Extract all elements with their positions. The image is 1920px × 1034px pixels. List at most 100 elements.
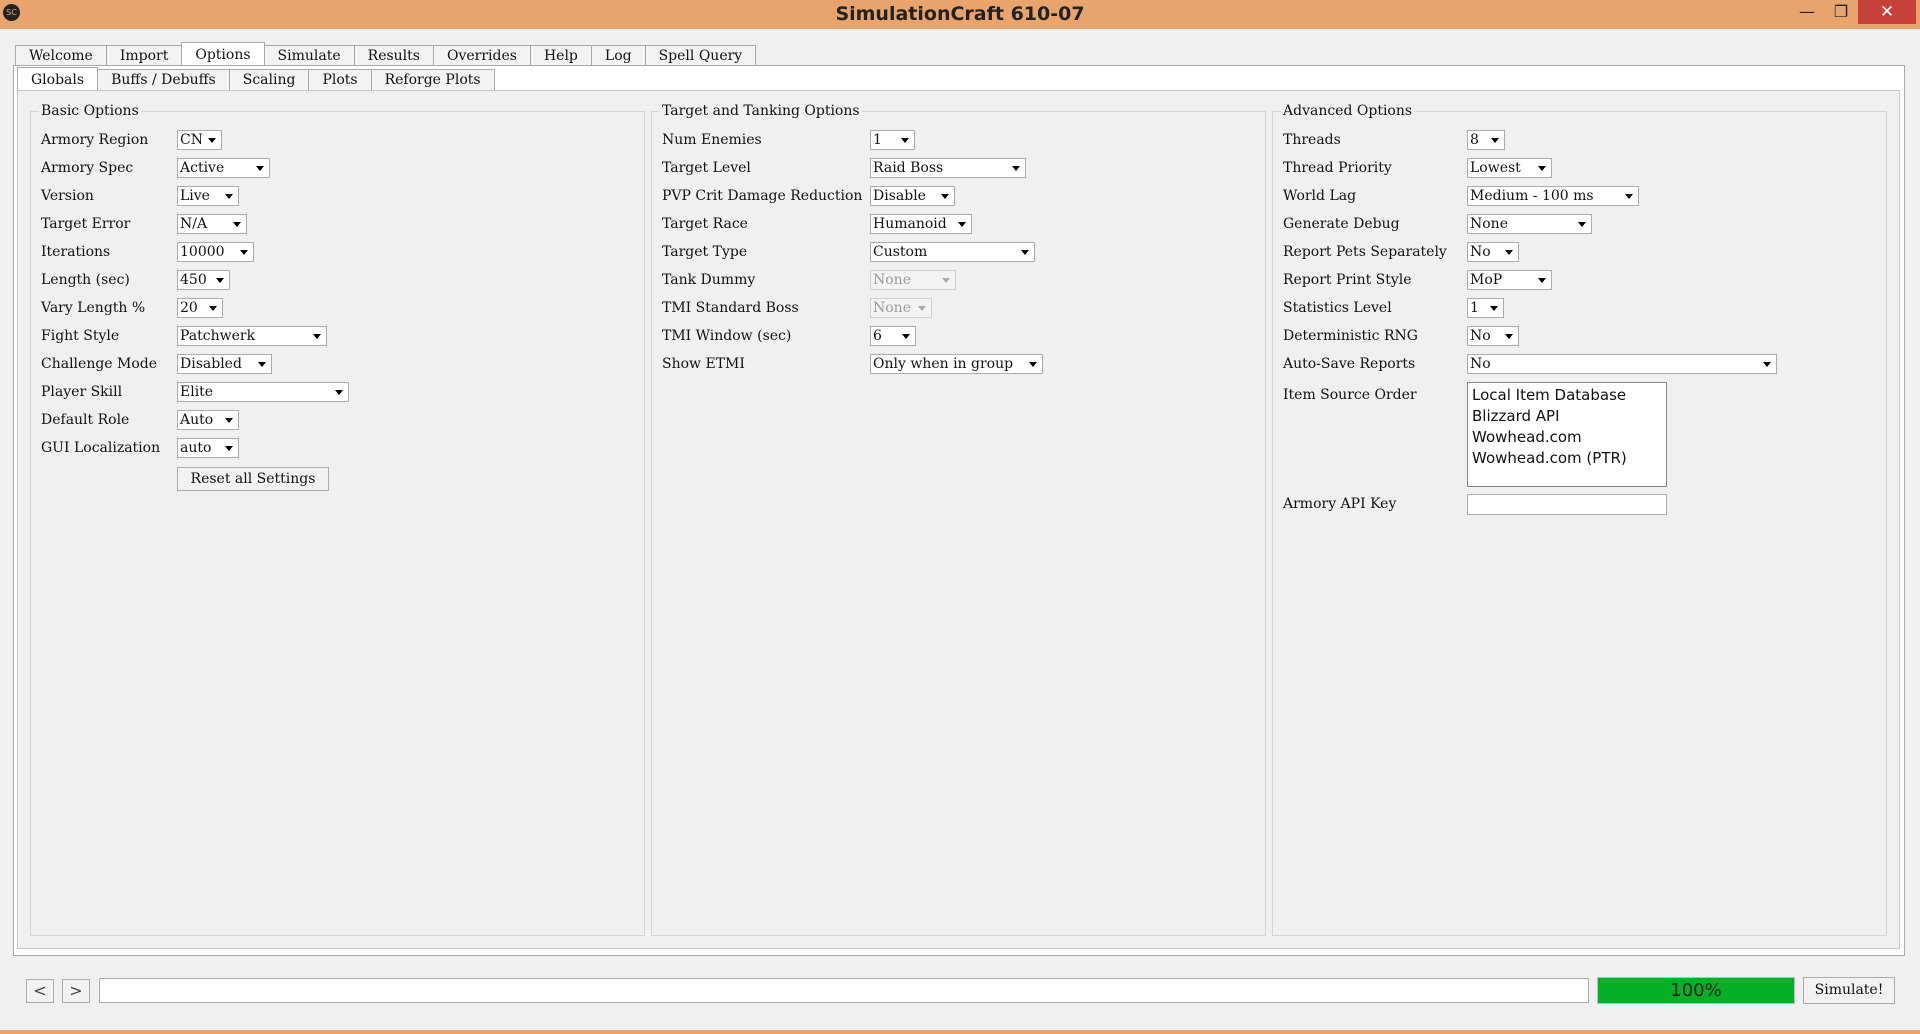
report-print-style-select[interactable]: MoP [1467,270,1552,290]
chevron-down-icon [233,222,241,227]
fight-style-select[interactable]: Patchwerk [177,326,327,346]
subtab-buffs-debuffs[interactable]: Buffs / Debuffs [97,69,230,90]
armory-api-key-input[interactable] [1467,494,1667,515]
auto-save-reports-select[interactable]: No [1467,354,1777,374]
tab-options[interactable]: Options [181,42,265,66]
target-error-label: Target Error [41,216,131,232]
basic-options-group: Basic Options [30,103,645,936]
default-role-label: Default Role [41,412,130,428]
num-enemies-select[interactable]: 1 [870,130,915,150]
subtab-globals[interactable]: Globals [17,67,99,91]
tab-help[interactable]: Help [529,45,592,66]
chevron-down-icon [225,446,233,451]
threads-select[interactable]: 8 [1467,130,1505,150]
target-level-label: Target Level [662,160,751,176]
vary-length-select[interactable]: 20 [177,298,223,318]
forward-button[interactable]: > [62,979,90,1003]
pvp-crit-label: PVP Crit Damage Reduction [662,188,863,204]
chevron-down-icon [1763,362,1771,367]
basic-options-title: Basic Options [39,103,141,119]
armory-region-select[interactable]: CN [177,130,222,150]
num-enemies-label: Num Enemies [662,132,762,148]
target-race-select[interactable]: Humanoid [870,214,972,234]
challenge-mode-label: Challenge Mode [41,356,158,372]
chevron-down-icon [256,166,264,171]
target-level-select[interactable]: Raid Boss [870,158,1026,178]
statistics-level-select[interactable]: 1 [1467,298,1504,318]
list-item[interactable]: Wowhead.com (PTR) [1472,448,1662,469]
reset-all-settings-button[interactable]: Reset all Settings [177,467,329,491]
tab-spell-query[interactable]: Spell Query [644,45,757,66]
chevron-down-icon [918,306,926,311]
close-button[interactable]: ✕ [1858,0,1916,24]
player-skill-select[interactable]: Elite [177,382,349,402]
main-tabbar: Welcome Import Options Simulate Results … [15,42,757,66]
subtab-scaling[interactable]: Scaling [228,69,310,90]
iterations-select[interactable]: 10000 [177,242,254,262]
tab-simulate[interactable]: Simulate [263,45,355,66]
generate-debug-select[interactable]: None [1467,214,1592,234]
advanced-options-title: Advanced Options [1281,103,1415,119]
list-item[interactable]: Wowhead.com [1472,427,1662,448]
world-lag-label: World Lag [1283,188,1357,204]
back-button[interactable]: < [26,979,54,1003]
chevron-down-icon [1625,194,1633,199]
url-input[interactable] [99,978,1589,1003]
report-print-style-label: Report Print Style [1283,272,1412,288]
version-select[interactable]: Live [177,186,239,206]
length-label: Length (sec) [41,272,130,288]
gui-localization-select[interactable]: auto [177,438,239,458]
challenge-mode-select[interactable]: Disabled [177,354,272,374]
chevron-down-icon [1012,166,1020,171]
list-item[interactable]: Blizzard API [1472,406,1662,427]
tab-results[interactable]: Results [353,45,434,66]
simulate-button[interactable]: Simulate! [1803,977,1895,1004]
report-pets-label: Report Pets Separately [1283,244,1447,260]
thread-priority-select[interactable]: Lowest [1467,158,1552,178]
tab-log[interactable]: Log [590,45,646,66]
vary-length-label: Vary Length % [41,300,146,316]
armory-spec-select[interactable]: Active [177,158,270,178]
tmi-standard-boss-label: TMI Standard Boss [662,300,799,316]
advanced-options-group: Advanced Options [1272,103,1887,936]
armory-api-key-label: Armory API Key [1283,496,1397,512]
minimize-button[interactable]: — [1790,0,1824,24]
armory-spec-label: Armory Spec [41,160,134,176]
deterministic-rng-select[interactable]: No [1467,326,1519,346]
chevron-down-icon [209,306,217,311]
target-error-select[interactable]: N/A [177,214,247,234]
tmi-window-select[interactable]: 6 [870,326,916,346]
threads-label: Threads [1283,132,1341,148]
chevron-down-icon [216,278,224,283]
tmi-standard-boss-select: None [870,298,932,318]
list-item[interactable]: Local Item Database [1472,385,1662,406]
show-etmi-select[interactable]: Only when in group [870,354,1043,374]
pvp-crit-select[interactable]: Disable [870,186,955,206]
world-lag-select[interactable]: Medium - 100 ms [1467,186,1639,206]
chevron-down-icon [225,418,233,423]
chevron-down-icon [902,334,910,339]
chevron-down-icon [240,250,248,255]
chevron-down-icon [225,194,233,199]
target-options-group: Target and Tanking Options [651,103,1266,936]
auto-save-reports-label: Auto-Save Reports [1283,356,1416,372]
target-type-label: Target Type [662,244,748,260]
gui-localization-label: GUI Localization [41,440,161,456]
item-source-order-list[interactable]: Local Item Database Blizzard API Wowhead… [1467,382,1667,487]
tab-welcome[interactable]: Welcome [15,45,107,66]
item-source-order-label: Item Source Order [1283,387,1417,403]
subtab-reforge-plots[interactable]: Reforge Plots [370,69,495,90]
generate-debug-label: Generate Debug [1283,216,1400,232]
tab-import[interactable]: Import [105,45,183,66]
subtab-plots[interactable]: Plots [308,69,372,90]
default-role-select[interactable]: Auto [177,410,239,430]
chevron-down-icon [208,138,216,143]
maximize-button[interactable]: ❐ [1824,0,1858,24]
target-type-select[interactable]: Custom [870,242,1035,262]
chevron-down-icon [313,334,321,339]
progress-text: 100% [1670,980,1722,1001]
tank-dummy-label: Tank Dummy [662,272,756,288]
tab-overrides[interactable]: Overrides [432,45,531,66]
report-pets-select[interactable]: No [1467,242,1519,262]
length-select[interactable]: 450 [177,270,230,290]
